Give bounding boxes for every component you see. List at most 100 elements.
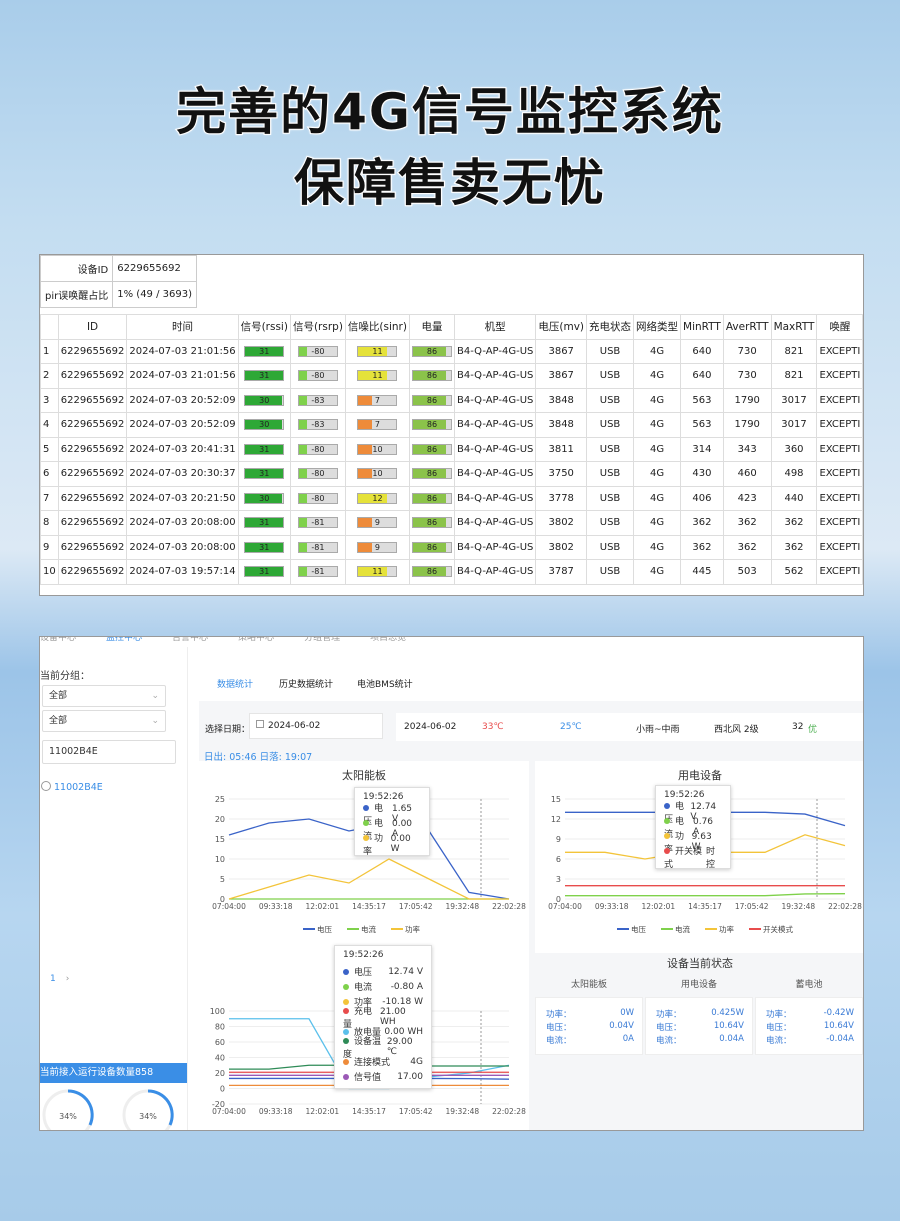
column-header[interactable]: 信噪比(sinr) <box>344 314 410 340</box>
level-value: 86 <box>426 469 438 478</box>
level-value: -83 <box>311 395 325 405</box>
cell-charge: USB <box>586 510 635 536</box>
level-value: 86 <box>426 542 438 552</box>
cell-model: B4-Q-AP-4G-US <box>453 387 537 413</box>
status-key: 电压： <box>656 1023 682 1033</box>
kv-value: 6229655692 <box>112 255 197 282</box>
level-value: 11 <box>372 371 383 380</box>
column-header[interactable]: 机型 <box>453 314 537 340</box>
cell-voltage: 3802 <box>535 510 588 536</box>
level-bar: 7 <box>357 419 398 430</box>
column-header[interactable]: AverRTT <box>722 314 772 340</box>
level-bar: -80 <box>297 370 338 381</box>
level-bar: -80 <box>297 345 338 357</box>
device-list-item[interactable]: 11002B4E <box>41 781 103 793</box>
table-row[interactable]: 10 6229655692 2024-07-03 19:57:14 31 -81 11 86… <box>40 559 863 585</box>
tooltip-row: 充电量 21.00 WH <box>343 1007 423 1030</box>
status-value: 10.64V <box>713 1021 744 1031</box>
table-row[interactable]: 9 6229655692 2024-07-03 20:08:00 31 -81 9 86 B4… <box>40 534 863 560</box>
page-number[interactable]: 1 <box>50 974 56 984</box>
main-content: 数据统计 历史数据统计 电池BMS统计 选择日期： 2024-06-02 202… <box>199 661 863 1130</box>
table-row[interactable]: 7 6229655692 2024-07-03 20:21:50 30 -80 12 86 B… <box>40 485 863 511</box>
cell-sinr: 7 <box>344 387 410 413</box>
column-header[interactable]: 电压(mv) <box>535 314 588 340</box>
level-value: -80 <box>311 346 325 356</box>
date-bar: 选择日期： 2024-06-02 2024-06-02 33℃ 25℃ 小雨~中… <box>199 713 863 741</box>
x-tick-label: 22:02:28 <box>492 902 526 911</box>
cell-sinr: 10 <box>344 461 410 487</box>
status-key: 电流： <box>546 1036 572 1046</box>
cell-minrtt: 406 <box>680 485 724 511</box>
group-select-1[interactable]: 全部 ⌄ <box>42 685 166 707</box>
level-value: 86 <box>426 493 438 503</box>
tooltip-value: 0.00 WH <box>384 1026 423 1037</box>
cell-wake: EXCEPTI <box>816 387 863 413</box>
cell-id: 6229655692 <box>57 387 128 413</box>
level-value: 31 <box>259 346 270 356</box>
level-bar: 86 <box>411 370 452 381</box>
table-row[interactable]: 2 6229655692 2024-07-03 21:01:56 31 -80 11 86 B… <box>40 363 863 389</box>
column-header[interactable]: MaxRTT <box>770 314 818 340</box>
cell-wake: EXCEPTI <box>816 461 863 487</box>
headline-line2: 保障售卖无忧 <box>293 153 606 213</box>
series-line <box>565 893 846 897</box>
legend-dot <box>664 802 670 809</box>
level-fill <box>298 444 307 454</box>
signal-table-panel: 设备ID 6229655692 pir误唤醒占比 1% (49 / 3693) ID… <box>39 254 864 596</box>
cell-time: 2024-07-03 20:30:37 <box>126 461 239 487</box>
select-value: 全部 <box>49 716 68 726</box>
status-card: 功率： 0W 电压： 0.04V 电流： 0A <box>535 997 643 1055</box>
column-header[interactable]: 网络类型 <box>633 314 682 340</box>
column-header[interactable]: MinRTT <box>680 314 724 340</box>
level-bar: -80 <box>297 468 338 479</box>
legend-dot <box>343 1007 349 1014</box>
cell-time: 2024-07-03 21:01:56 <box>126 338 239 364</box>
cell-rssi: 31 <box>237 436 291 462</box>
tooltip-row: 设备温度 29.00 ℃ <box>343 1037 423 1060</box>
date-picker[interactable]: 2024-06-02 <box>249 713 383 739</box>
cell-network: 4G <box>633 338 682 364</box>
table-row[interactable]: 8 6229655692 2024-07-03 20:08:00 31 -81 9 86 B4… <box>40 510 863 536</box>
level-value: 30 <box>259 420 270 429</box>
y-tick-label: 15 <box>551 795 561 804</box>
column-header[interactable] <box>40 314 59 340</box>
cell-charge: USB <box>586 559 635 585</box>
table-row[interactable]: 4 6229655692 2024-07-03 20:52:09 30 -83 7 86 B4… <box>40 412 863 438</box>
status-row: 功率： 0W <box>546 1008 634 1021</box>
status-key: 电压： <box>766 1023 792 1033</box>
column-header[interactable]: 唤醒 <box>816 314 863 340</box>
chevron-right-icon[interactable]: › <box>66 974 70 984</box>
column-header[interactable]: 电量 <box>408 314 455 340</box>
cell-model: B4-Q-AP-4G-US <box>453 510 537 536</box>
table-row[interactable]: 6 6229655692 2024-07-03 20:30:37 31 -80 10 86 B… <box>40 461 863 487</box>
cell-avgrtt: 362 <box>722 534 772 560</box>
table-row[interactable]: 5 6229655692 2024-07-03 20:41:31 31 -80 10 86 B… <box>40 436 863 462</box>
search-value: 11002B4E <box>49 746 98 757</box>
status-key: 功率： <box>546 1010 572 1020</box>
device-search-input[interactable]: 11002B4E <box>42 740 176 764</box>
cell-charge: USB <box>586 363 635 389</box>
x-tick-label: 09:33:18 <box>259 1107 293 1116</box>
column-header[interactable]: 信号(rsrp) <box>289 314 346 340</box>
tab-battery-bms[interactable]: 电池BMS统计 <box>357 677 413 690</box>
tab-data-stats[interactable]: 数据统计 <box>217 677 253 690</box>
level-value: -81 <box>311 567 325 576</box>
column-header[interactable]: 充电状态 <box>586 314 635 340</box>
user-icon <box>41 781 51 791</box>
column-header[interactable]: 时间 <box>126 314 239 340</box>
select-value: 全部 <box>49 691 68 701</box>
column-header[interactable]: 信号(rssi) <box>237 314 291 340</box>
tab-history-stats[interactable]: 历史数据统计 <box>279 677 333 690</box>
column-header[interactable]: ID <box>57 314 128 340</box>
status-row: 电流： 0A <box>546 1034 634 1047</box>
table-row[interactable]: 3 6229655692 2024-07-03 20:52:09 30 -83 7 86 B4… <box>40 387 863 413</box>
table-row[interactable]: 1 6229655692 2024-07-03 21:01:56 31 -80 11 86 B… <box>40 338 863 364</box>
signal-data-table: ID 时间 信号(rssi) 信号(rsrp) 信噪比(sinr) 电量 机型 电压(mv) 充… <box>40 314 863 585</box>
y-tick-label: 10 <box>215 855 225 864</box>
level-bar: 86 <box>411 517 452 528</box>
cell-rssi: 31 <box>237 338 291 364</box>
group-select-2[interactable]: 全部 ⌄ <box>42 710 166 732</box>
cell-sinr: 12 <box>344 485 410 511</box>
device-name: 11002B4E <box>54 782 103 793</box>
tooltip-row: 连接模式 4G <box>343 1054 423 1069</box>
